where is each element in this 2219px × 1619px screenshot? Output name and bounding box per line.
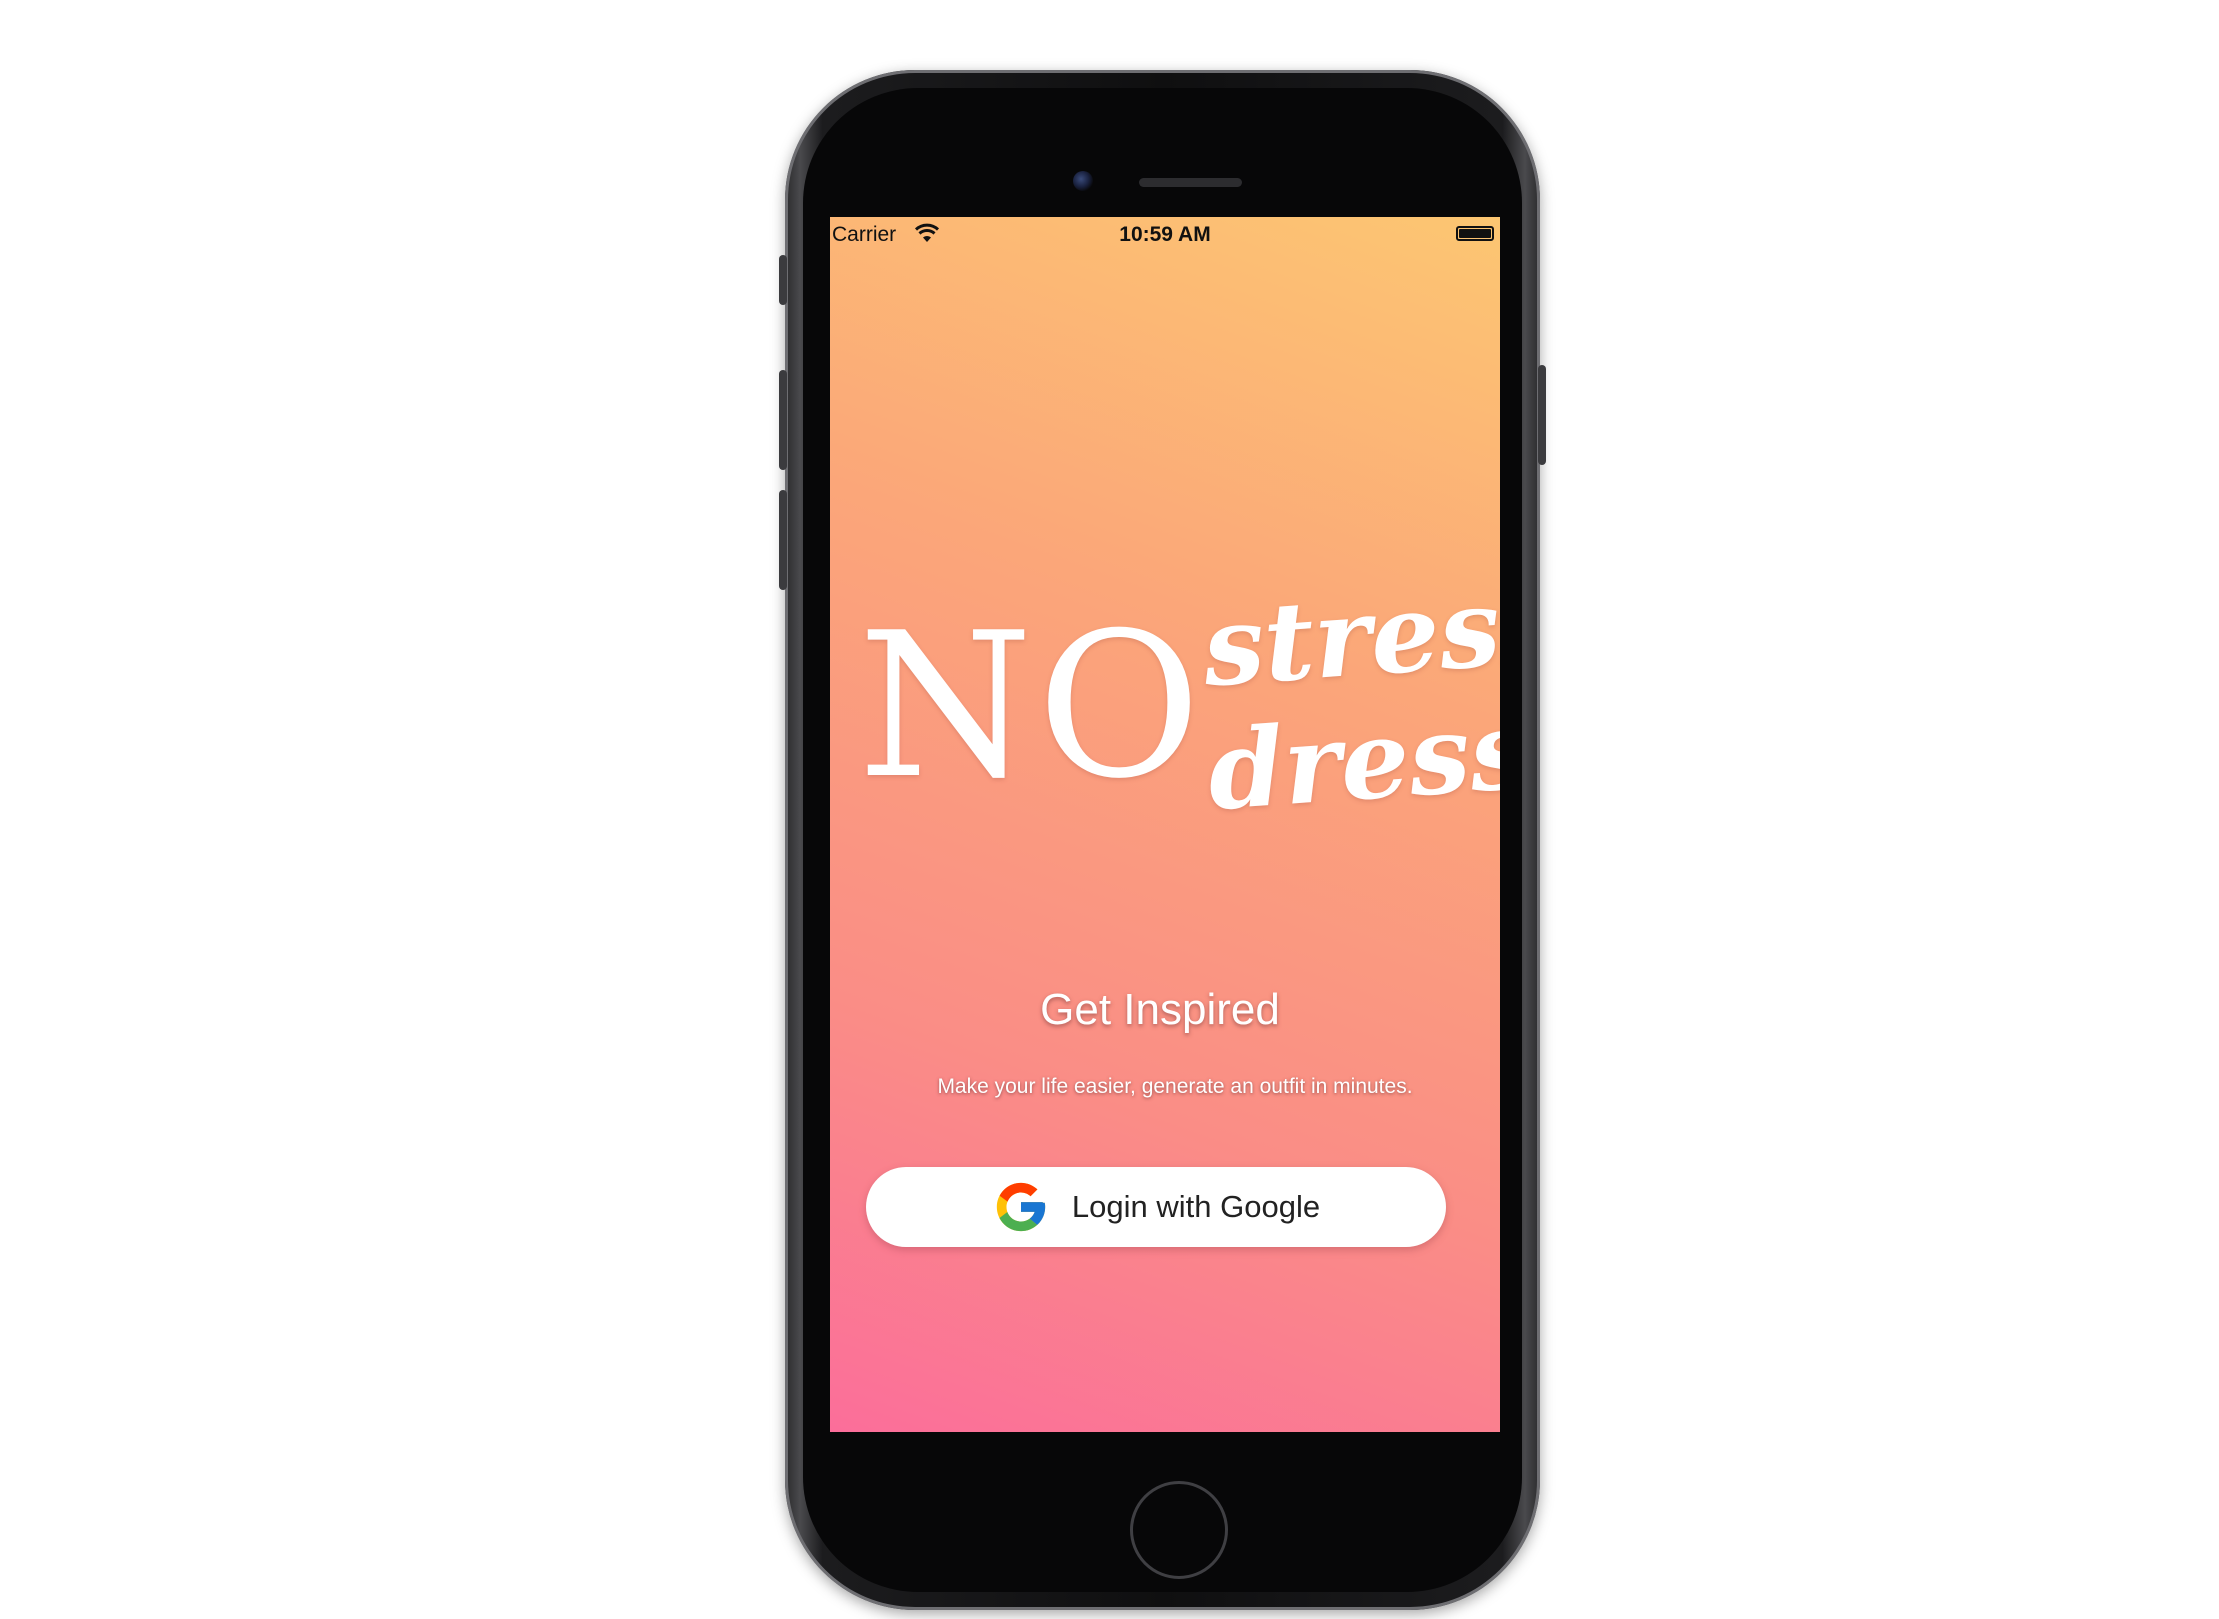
login-with-google-button[interactable]: Login with Google: [866, 1167, 1446, 1247]
earpiece-speaker: [1139, 178, 1242, 187]
power-button: [1538, 365, 1546, 465]
volume-up-button: [779, 370, 787, 470]
app-screen: Carrier 10:59 AM NO stress dress Get Ins…: [830, 217, 1500, 1432]
status-time: 10:59 AM: [1119, 223, 1211, 246]
logo-no-text: NO: [858, 590, 1205, 823]
stage: Carrier 10:59 AM NO stress dress Get Ins…: [0, 0, 2219, 1619]
headline: Get Inspired: [1040, 985, 1280, 1034]
login-button-label: Login with Google: [1071, 1189, 1321, 1224]
volume-down-button: [779, 490, 787, 590]
status-bar: Carrier 10:59 AM: [830, 217, 1500, 251]
logo-stress-text: stress: [1199, 560, 1500, 712]
logo-dress-text: dress: [1203, 686, 1500, 836]
silent-switch: [779, 255, 787, 305]
battery-level: [1459, 229, 1491, 238]
app-logo: NO stress dress: [858, 561, 1500, 872]
tagline: Make your life easier, generate an outfi…: [937, 1075, 1413, 1098]
front-camera: [1073, 171, 1093, 191]
battery-icon: [1456, 226, 1494, 241]
home-button[interactable]: [1130, 1481, 1228, 1579]
google-icon: [996, 1182, 1046, 1232]
